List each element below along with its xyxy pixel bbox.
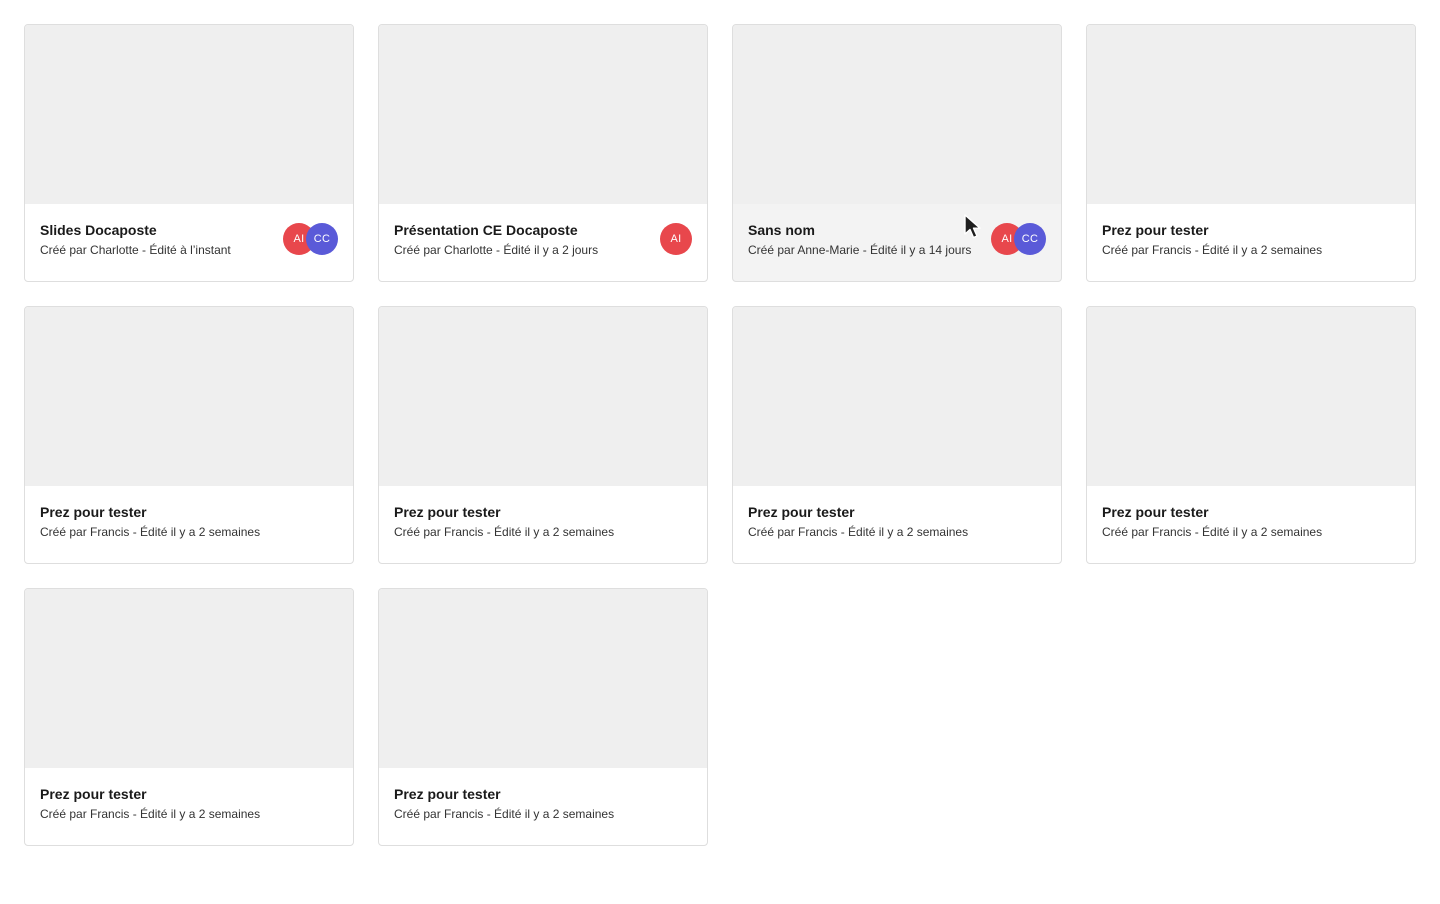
presentation-info: Sans nom Créé par Anne-Marie - Édité il y…: [733, 204, 1061, 281]
presentation-info: Prez pour tester Créé par Francis - Édité…: [379, 486, 707, 563]
presentation-title: Prez pour tester: [40, 786, 147, 802]
collaborator-avatars: AI: [660, 223, 692, 255]
presentation-title: Prez pour tester: [1102, 504, 1209, 520]
presentation-meta: Créé par Francis - Édité il y a 2 semain…: [1102, 243, 1323, 257]
presentation-info: Prez pour tester Créé par Francis - Édité…: [25, 486, 353, 563]
presentation-thumbnail[interactable]: [733, 307, 1061, 486]
presentation-info: Slides Docaposte Créé par Charlotte - Édi…: [25, 204, 353, 281]
presentation-info: Prez pour tester Créé par Francis - Édité…: [379, 768, 707, 845]
presentation-thumbnail[interactable]: [379, 307, 707, 486]
presentation-meta: Créé par Francis - Édité il y a 2 semain…: [748, 525, 969, 539]
presentation-card[interactable]: Sans nom Créé par Anne-Marie - Édité il y…: [732, 24, 1062, 282]
presentation-title: Prez pour tester: [40, 504, 147, 520]
presentation-title: Présentation CE Docaposte: [394, 222, 578, 238]
avatar: AI: [660, 223, 692, 255]
presentation-thumbnail[interactable]: [1087, 307, 1415, 486]
presentation-meta: Créé par Francis - Édité il y a 2 semain…: [394, 807, 615, 821]
presentation-thumbnail[interactable]: [733, 25, 1061, 204]
presentation-card[interactable]: Slides Docaposte Créé par Charlotte - Édi…: [24, 24, 354, 282]
presentation-title: Sans nom: [748, 222, 815, 238]
presentation-title: Prez pour tester: [394, 504, 501, 520]
presentation-card[interactable]: Prez pour tester Créé par Francis - Édité…: [1086, 306, 1416, 564]
presentation-meta: Créé par Anne-Marie - Édité il y a 14 jo…: [748, 243, 972, 257]
presentation-thumbnail[interactable]: [25, 307, 353, 486]
presentation-card[interactable]: Présentation CE Docaposte Créé par Charlo…: [378, 24, 708, 282]
presentation-info: Prez pour tester Créé par Francis - Édité…: [1087, 204, 1415, 281]
presentation-card[interactable]: Prez pour tester Créé par Francis - Édité…: [378, 588, 708, 846]
presentation-meta: Créé par Charlotte - Édité il y a 2 jour…: [394, 243, 599, 257]
presentation-title: Slides Docaposte: [40, 222, 157, 238]
presentation-thumbnail[interactable]: [1087, 25, 1415, 204]
presentation-info: Présentation CE Docaposte Créé par Charlo…: [379, 204, 707, 281]
collaborator-avatars: CC AI: [991, 223, 1046, 255]
presentation-title: Prez pour tester: [748, 504, 855, 520]
presentation-card[interactable]: Prez pour tester Créé par Francis - Édité…: [1086, 24, 1416, 282]
presentation-thumbnail[interactable]: [25, 25, 353, 204]
presentation-meta: Créé par Francis - Édité il y a 2 semain…: [394, 525, 615, 539]
presentation-grid: Slides Docaposte Créé par Charlotte - Édi…: [24, 24, 1416, 846]
presentation-card[interactable]: Prez pour tester Créé par Francis - Édité…: [24, 306, 354, 564]
presentation-card[interactable]: Prez pour tester Créé par Francis - Édité…: [378, 306, 708, 564]
avatar: CC: [306, 223, 338, 255]
presentation-card[interactable]: Prez pour tester Créé par Francis - Édité…: [24, 588, 354, 846]
presentation-info: Prez pour tester Créé par Francis - Édité…: [733, 486, 1061, 563]
presentation-meta: Créé par Charlotte - Édité à l’instant: [40, 243, 231, 257]
presentation-meta: Créé par Francis - Édité il y a 2 semain…: [40, 525, 261, 539]
presentation-thumbnail[interactable]: [379, 589, 707, 768]
presentation-info: Prez pour tester Créé par Francis - Édité…: [25, 768, 353, 845]
presentation-card[interactable]: Prez pour tester Créé par Francis - Édité…: [732, 306, 1062, 564]
presentation-thumbnail[interactable]: [25, 589, 353, 768]
presentation-title: Prez pour tester: [394, 786, 501, 802]
presentation-meta: Créé par Francis - Édité il y a 2 semain…: [40, 807, 261, 821]
collaborator-avatars: CC AI: [283, 223, 338, 255]
presentation-info: Prez pour tester Créé par Francis - Édité…: [1087, 486, 1415, 563]
avatar: CC: [1014, 223, 1046, 255]
presentation-meta: Créé par Francis - Édité il y a 2 semain…: [1102, 525, 1323, 539]
presentation-title: Prez pour tester: [1102, 222, 1209, 238]
presentation-thumbnail[interactable]: [379, 25, 707, 204]
